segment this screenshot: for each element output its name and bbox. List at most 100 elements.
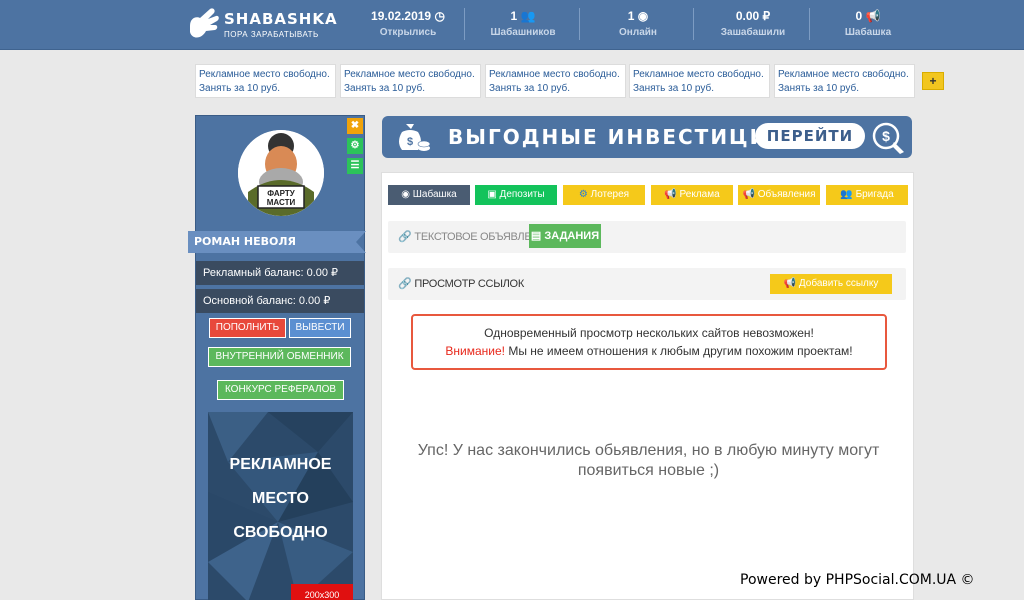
tab-label: Бригада [855,189,894,200]
tab-label: Депозиты [499,189,545,200]
stat-jobs-value: 0 [855,9,863,23]
stat-opened-label: Открылись [379,27,437,38]
alert-warn-word: Внимание! [445,344,505,358]
megaphone-icon: 📢 [664,189,677,200]
ad-slot[interactable]: Рекламное место свободно. Занять за 10 р… [195,64,336,98]
ad-slot[interactable]: Рекламное место свободно. Занять за 10 р… [774,64,915,98]
ad-slot[interactable]: Рекламное место свободно. Занять за 10 р… [485,64,626,98]
stat-jobs: 0 📢 Шабашка [803,9,933,38]
link-icon: 🔗 [398,278,412,290]
topup-button[interactable]: ПОПОЛНИТЬ [209,318,286,338]
stat-workers-value: 1 [510,9,518,23]
ad-slot-line2: Занять за 10 руб. [489,83,571,94]
money-bag-icon: $ [399,124,431,151]
view-links-title: ПРОСМОТР ССЫЛОК [414,277,524,290]
internal-exchange-button[interactable]: ВНУТРЕННИЙ ОБМЕННИК [208,347,351,367]
view-links-section: 🔗 ПРОСМОТР ССЫЛОК 📢 Добавить ссылку [388,268,906,300]
ad-slot-line1: Рекламное место свободно. [199,69,330,80]
user-name[interactable]: РОМАН НЕВОЛЯ [188,231,366,253]
invest-banner[interactable]: $ ВЫГОДНЫЕ ИНВЕСТИЦИИ ПЕРЕЙТИ $ [382,116,912,158]
banner-line1: РЕКЛАМНОЕ [229,456,332,473]
invest-go-button[interactable]: ПЕРЕЙТИ [755,123,865,149]
avatar-sign-line1: ФАРТУ [267,189,296,198]
stat-workers-label: Шабашников [490,27,556,38]
tasks-label: ЗАДАНИЯ [544,230,600,242]
avatar[interactable]: ФАРТУ МАСТИ [238,130,324,216]
close-icon[interactable]: ✖ [347,118,363,134]
ad-slot-line1: Рекламное место свободно. [633,69,764,80]
stat-opened: 19.02.2019 ◷ Открылись [343,9,473,38]
logo-title: SHABASHKA [224,9,338,28]
tasks-button[interactable]: ▤ ЗАДАНИЯ [529,224,601,248]
users-icon: 👥 [520,9,536,23]
main-balance: Основной баланс: 0.00 ₽ [196,289,364,313]
megaphone-icon: 📢 [783,278,797,289]
banner-size-badge: 200x300 [291,584,353,600]
site-logo[interactable]: SHABASHKA ПОРА ЗАРАБАТЫВАТЬ [186,6,338,42]
tab-shabashka[interactable]: ◉ Шабашка [388,185,470,205]
alert-line2: Мы не имеем отношения к любым другим пох… [504,344,853,358]
stat-online: 1 ◉ Онлайн [573,9,703,38]
tab-label: Реклама [679,189,720,200]
warning-alert: Одновременный просмотр нескольких сайтов… [411,314,887,370]
ad-slot-line2: Занять за 10 руб. [633,83,715,94]
stat-opened-value: 19.02.2019 [371,9,432,23]
users-icon: 👥 [840,189,853,200]
powered-by-footer[interactable]: Powered by PHPSocial.COM.UA © [740,572,975,588]
stat-earned: 0.00 ₽ Зашабашили [688,9,818,38]
stat-online-value: 1 [627,9,635,23]
stat-workers: 1 👥 Шабашников [458,9,588,38]
ad-slot-line2: Занять за 10 руб. [778,83,860,94]
gear-icon: ⚙ [578,189,588,200]
profile-panel: ✖ ⚙ ☰ ФАРТУ МАСТИ РОМАН НЕВОЛЯ Рекламный… [188,115,366,600]
coin-click-icon: $ [872,122,904,154]
empty-message-line2: появиться новые ;) [577,462,720,479]
alert-line1: Одновременный просмотр нескольких сайтов… [484,326,814,340]
add-ad-button[interactable]: + [922,72,944,90]
ad-balance: Рекламный баланс: 0.00 ₽ [196,261,364,285]
tab-advertising[interactable]: 📢 Реклама [651,185,733,205]
top-bar: SHABASHKA ПОРА ЗАРАБАТЫВАТЬ 19.02.2019 ◷… [0,0,1024,50]
ad-slot-line2: Занять за 10 руб. [344,83,426,94]
main-content: ◉ Шабашка ▣ Депозиты ⚙ Лотерея 📢 Реклама… [381,172,914,600]
ad-slot-line2: Занять за 10 руб. [199,83,281,94]
svg-text:$: $ [882,128,890,144]
banner-line2: МЕСТО [252,490,309,507]
avatar-image: ФАРТУ МАСТИ [238,130,324,216]
add-link-label: Добавить ссылку [798,278,879,289]
stat-earned-value: 0.00 [735,9,760,23]
stat-jobs-label: Шабашка [844,27,892,38]
tab-announcements[interactable]: 📢 Объявления [738,185,820,205]
tab-deposits[interactable]: ▣ Депозиты [475,185,557,205]
svg-text:$: $ [407,136,413,148]
tab-label: Лотерея [590,189,630,200]
ruble-icon: ₽ [762,9,771,23]
clock-icon: ◷ [434,9,445,23]
ad-banner[interactable]: РЕКЛАМНОЕ МЕСТО СВОБОДНО 200x300 [208,412,353,600]
withdraw-button[interactable]: ВЫВЕСТИ [289,318,351,338]
eye-icon: ◉ [401,189,410,200]
text-ad-section: 🔗 ТЕКСТОВОЕ ОБЪЯВЛЕНИЕ ▤ ЗАДАНИЯ [388,221,906,253]
menu-icon[interactable]: ☰ [347,158,363,174]
stat-online-label: Онлайн [619,27,657,38]
banner-line3: СВОБОДНО [233,524,328,541]
tab-label: Объявления [757,189,816,200]
add-link-button[interactable]: 📢 Добавить ссылку [770,274,892,294]
eye-icon: ◉ [637,9,649,23]
money-icon: ▣ [487,189,497,200]
gear-icon[interactable]: ⚙ [347,138,363,154]
tab-brigade[interactable]: 👥 Бригада [826,185,908,205]
referral-contest-button[interactable]: КОНКУРС РЕФЕРАЛОВ [217,380,344,400]
hand-logo-icon [190,8,219,38]
ad-slot-line1: Рекламное место свободно. [489,69,620,80]
ad-slot[interactable]: Рекламное место свободно. Занять за 10 р… [629,64,770,98]
ad-slot-line1: Рекламное место свободно. [778,69,909,80]
empty-message-line1: Упс! У нас закончились обьявления, но в … [417,442,880,459]
ad-slot[interactable]: Рекламное место свободно. Занять за 10 р… [340,64,481,98]
document-icon: ▤ [530,230,542,242]
avatar-sign-line2: МАСТИ [267,198,296,207]
invest-title: ВЫГОДНЫЕ ИНВЕСТИЦИИ [448,125,788,149]
logo-subtitle: ПОРА ЗАРАБАТЫВАТЬ [224,29,319,39]
tab-lottery[interactable]: ⚙ Лотерея [563,185,645,205]
link-icon: 🔗 [398,231,412,243]
